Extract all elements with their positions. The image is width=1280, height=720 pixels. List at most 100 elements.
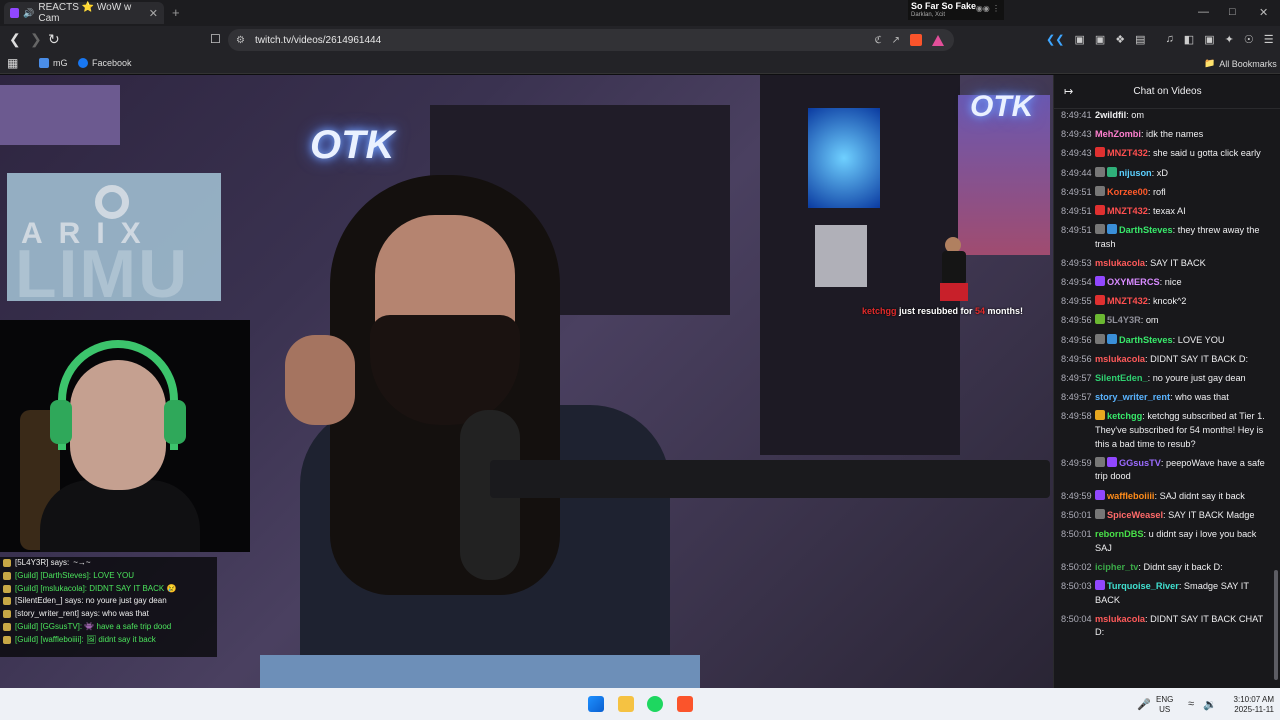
brave-browser-icon[interactable] [677, 696, 693, 712]
chat-timestamp: 8:50:03 [1061, 580, 1092, 591]
chat-text: : SAJ didnt say it back [1154, 490, 1245, 501]
chat-badge-icon[interactable] [1095, 410, 1105, 421]
minimize-icon[interactable]: — [1198, 6, 1209, 18]
url-bar[interactable]: ⚙ twitch.tv/videos/2614961444 ℭ ↗ [228, 29, 954, 51]
media-controls-icon[interactable]: ◉◉ ⋮ [976, 4, 1000, 13]
chat-timestamp: 8:49:41 [1061, 110, 1092, 120]
chat-username[interactable]: mslukacola [1095, 614, 1145, 624]
chat-username[interactable]: GGsusTV [1119, 458, 1161, 468]
chat-username[interactable]: Korzee00 [1107, 187, 1148, 197]
media-player-mini[interactable]: So Far So Fake Darklan, Xcit ◉◉ ⋮ [908, 0, 1004, 20]
audio-ext-icon[interactable]: ❮❮ [1046, 33, 1064, 46]
chat-badge-icon[interactable] [1095, 456, 1105, 467]
chat-badge-icon[interactable] [1095, 147, 1105, 158]
close-tab-icon[interactable]: ✕ [149, 7, 158, 20]
chat-username[interactable]: story_writer_rent [1095, 392, 1170, 402]
webcam-overlay [0, 320, 250, 552]
volume-icon[interactable]: 🔉 [1203, 698, 1217, 711]
wallet-icon[interactable]: ▣ [1204, 33, 1214, 46]
chat-badge-icon[interactable] [1095, 204, 1105, 215]
game-chat-line: [5L4Y3R] says: ~→~ [3, 557, 214, 570]
share-icon[interactable]: ↗ [892, 35, 900, 46]
forward-icon[interactable]: ❯ [30, 31, 42, 48]
chat-message: 8:50:04 mslukacola: DIDNT SAY IT BACK CHA… [1061, 613, 1270, 640]
chat-badge-icon[interactable] [1095, 185, 1105, 196]
chat-message: 8:49:44 nijuson: xD [1061, 166, 1270, 181]
windows-start-icon[interactable] [588, 696, 604, 712]
menu-icon[interactable]: ☰ [1264, 33, 1274, 46]
chat-text: : nice [1159, 277, 1182, 288]
maximize-icon[interactable]: □ [1229, 6, 1236, 18]
music-icon[interactable]: ♫ [1166, 33, 1174, 46]
chat-badge-icon[interactable] [1095, 224, 1105, 235]
game-chat-text: [Guild] [waffleboiiii]: 🖼 didnt say it b… [15, 634, 156, 644]
chat-username[interactable]: MehZombi [1095, 129, 1141, 139]
chat-username[interactable]: MNZT432 [1107, 296, 1148, 306]
leo-icon[interactable]: ✦ [1225, 33, 1234, 46]
chat-badge-icon[interactable] [1107, 224, 1117, 235]
chat-badge-icon[interactable] [1095, 508, 1105, 519]
chat-timestamp: 8:49:56 [1061, 353, 1092, 364]
chat-username[interactable]: DarthSteves [1119, 225, 1173, 235]
chat-username[interactable]: nijuson [1119, 168, 1152, 178]
chat-username[interactable]: Turquoise_River [1107, 581, 1179, 591]
speaker-icon[interactable]: 🔊 [23, 8, 34, 19]
language-indicator[interactable]: ENG US [1156, 695, 1173, 715]
chat-badge-icon[interactable] [1107, 333, 1117, 344]
brave-shield-icon[interactable] [910, 34, 922, 46]
sidebar-icon[interactable]: ◧ [1184, 33, 1194, 46]
chat-badge-icon[interactable] [1095, 489, 1105, 500]
site-settings-icon[interactable]: ⚙ [236, 35, 245, 46]
bookmark-icon[interactable]: ☐ [210, 32, 221, 46]
chat-username[interactable]: rebornDBS [1095, 529, 1144, 539]
chat-username[interactable]: SilentEden_ [1095, 373, 1148, 383]
chat-username[interactable]: icipher_tv [1095, 562, 1138, 572]
vpn-icon[interactable]: ☉ [1244, 33, 1254, 46]
reload-icon[interactable]: ↻ [48, 31, 60, 48]
new-tab-button[interactable]: + [172, 5, 180, 20]
chat-username[interactable]: 5L4Y3R [1107, 315, 1141, 325]
file-explorer-icon[interactable] [618, 696, 634, 712]
chat-username[interactable]: waffleboiiii [1107, 491, 1154, 501]
bookmark-mg[interactable]: mG [39, 58, 68, 68]
back-icon[interactable]: ❮ [9, 31, 21, 48]
chat-username[interactable]: MNZT432 [1107, 206, 1148, 216]
ext-box-icon[interactable]: ▤ [1135, 33, 1145, 46]
bookmark-facebook[interactable]: Facebook [78, 58, 132, 68]
chat-badge-icon[interactable] [1095, 166, 1105, 177]
all-bookmarks[interactable]: 📁 All Bookmarks [1204, 58, 1277, 69]
chat-badge-icon[interactable] [1095, 314, 1105, 325]
game-chat-icon [3, 584, 11, 593]
wifi-icon[interactable]: ≈ [1188, 698, 1194, 710]
chat-username[interactable]: SpiceWeasel [1107, 510, 1163, 520]
puzzle-icon[interactable]: ❖ [1115, 33, 1125, 46]
chat-badge-icon[interactable] [1095, 276, 1105, 287]
chat-badge-icon[interactable] [1095, 579, 1105, 590]
apps-grid-icon[interactable]: ▦ [7, 56, 18, 70]
chat-username[interactable]: DarthSteves [1119, 335, 1173, 345]
close-window-icon[interactable]: ✕ [1259, 6, 1268, 19]
chat-timestamp: 8:49:57 [1061, 373, 1092, 384]
ext-square-icon[interactable]: ▣ [1074, 33, 1084, 46]
translate-icon[interactable]: ℭ [875, 35, 882, 46]
chat-badge-icon[interactable] [1095, 295, 1105, 306]
microphone-icon[interactable]: 🎤 [1137, 698, 1151, 711]
video-player[interactable]: OTK OTK ketchgg just resubbed for 54 mon… [0, 75, 1053, 688]
ext-gamepad-icon[interactable]: ▣ [1095, 33, 1105, 46]
chat-username[interactable]: MNZT432 [1107, 148, 1148, 158]
game-chat-overlay: [5L4Y3R] says: ~→~ [Guild] [DarthSteves]:… [0, 557, 217, 657]
chat-badge-icon[interactable] [1107, 166, 1117, 177]
chat-username[interactable]: 2wildfil [1095, 110, 1126, 120]
clock[interactable]: 3:10:07 AM 2025-11-11 [1224, 695, 1274, 715]
chat-badge-icon[interactable] [1095, 333, 1105, 344]
chat-badge-icon[interactable] [1107, 456, 1117, 467]
chat-username[interactable]: mslukacola [1095, 354, 1145, 364]
chat-username[interactable]: ketchgg [1107, 411, 1142, 421]
browser-tab[interactable]: 🔊 REACTS ⭐ WoW w Cam ✕ [4, 2, 164, 24]
chat-username[interactable]: mslukacola [1095, 258, 1145, 268]
chat-message: 8:50:01 SpiceWeasel: SAY IT BACK Madge [1061, 508, 1270, 523]
chat-scrollbar[interactable] [1274, 570, 1278, 680]
chat-username[interactable]: OXYMERCS [1107, 277, 1160, 287]
spotify-icon[interactable] [647, 696, 663, 712]
brave-rewards-icon[interactable] [932, 34, 944, 46]
